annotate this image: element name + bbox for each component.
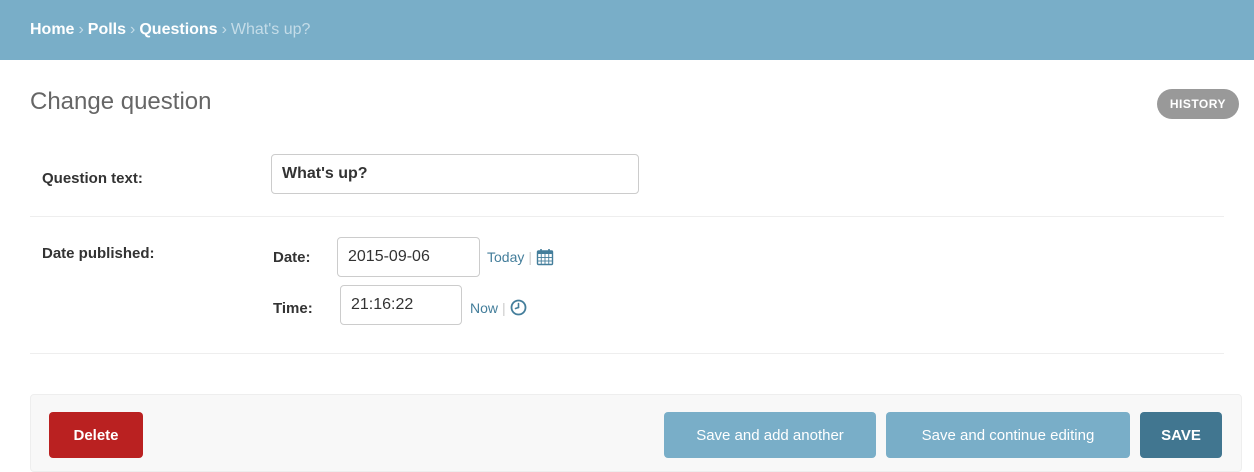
breadcrumb-separator: › bbox=[78, 21, 84, 38]
shortcut-separator: | bbox=[502, 299, 506, 316]
delete-button[interactable]: Delete bbox=[49, 412, 143, 458]
save-button[interactable]: SAVE bbox=[1140, 412, 1222, 458]
question-text-input[interactable] bbox=[271, 154, 639, 194]
date-label: Date: bbox=[273, 249, 311, 266]
clock-icon[interactable] bbox=[510, 299, 527, 316]
time-shortcuts: Now | bbox=[470, 299, 527, 316]
date-shortcuts: Today | bbox=[487, 248, 554, 266]
breadcrumb-home-link[interactable]: Home bbox=[30, 21, 74, 39]
date-published-label: Date published: bbox=[42, 245, 155, 262]
save-and-add-another-button[interactable]: Save and add another bbox=[664, 412, 876, 458]
date-input[interactable] bbox=[337, 237, 480, 277]
question-text-label: Question text: bbox=[42, 170, 143, 187]
breadcrumb: Home › Polls › Questions › What's up? bbox=[0, 0, 1254, 60]
time-label: Time: bbox=[273, 300, 313, 317]
date-published-row: Date published: Date: Today | Time: Now … bbox=[30, 217, 1224, 354]
now-link[interactable]: Now bbox=[470, 300, 498, 316]
question-text-row: Question text: bbox=[30, 150, 1224, 217]
history-button[interactable]: HISTORY bbox=[1156, 89, 1239, 119]
breadcrumb-separator: › bbox=[130, 21, 136, 38]
breadcrumb-questions-link[interactable]: Questions bbox=[139, 21, 217, 39]
breadcrumb-polls-link[interactable]: Polls bbox=[88, 21, 126, 39]
page-title: Change question bbox=[30, 88, 212, 115]
calendar-icon[interactable] bbox=[536, 248, 554, 266]
today-link[interactable]: Today bbox=[487, 249, 524, 265]
breadcrumb-current: What's up? bbox=[230, 21, 311, 38]
content-header: Change question HISTORY bbox=[0, 60, 1254, 150]
time-input[interactable] bbox=[340, 285, 462, 325]
submit-row: Delete Save and add another Save and con… bbox=[30, 394, 1242, 472]
breadcrumb-separator: › bbox=[221, 21, 227, 38]
save-and-continue-button[interactable]: Save and continue editing bbox=[886, 412, 1130, 458]
shortcut-separator: | bbox=[528, 249, 532, 265]
